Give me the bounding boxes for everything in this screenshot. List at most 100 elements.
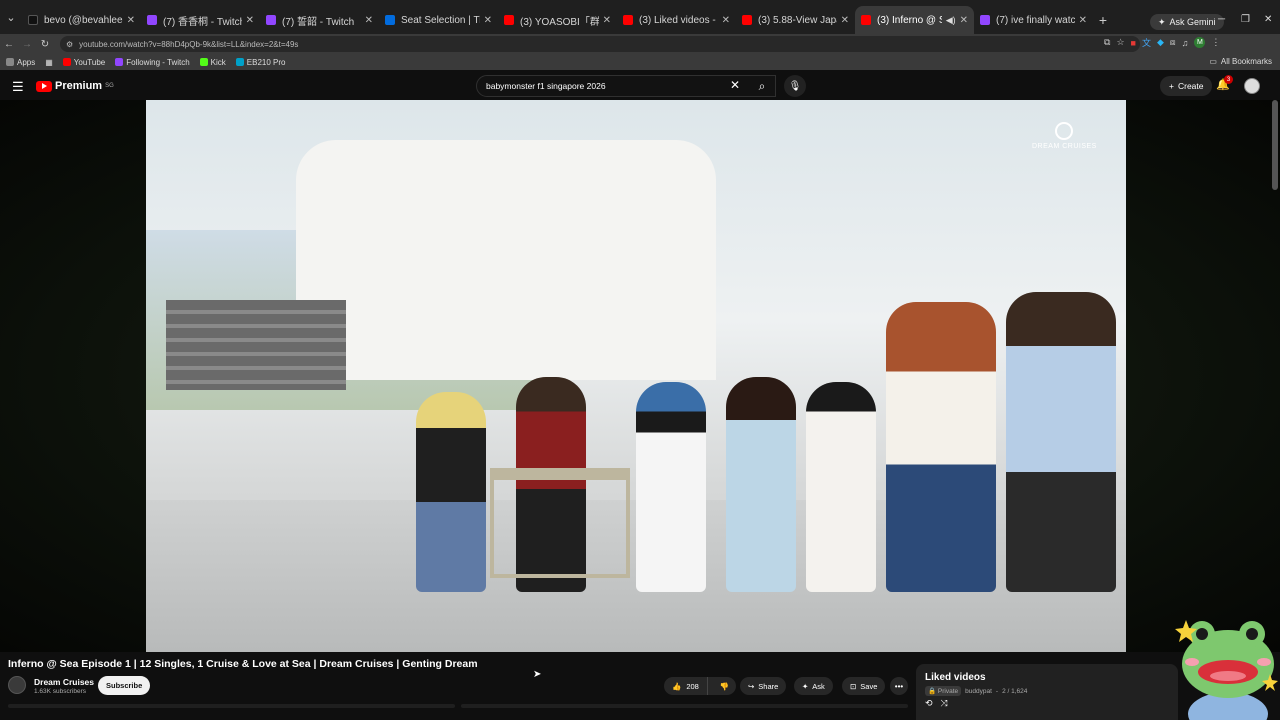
tab-title: (3) YOASOBI「群青」(Blue) from <box>520 16 599 28</box>
bookmark-apps[interactable]: Apps <box>6 58 35 67</box>
separator: - <box>995 687 999 695</box>
plus-icon: + <box>1169 81 1174 91</box>
youtube-favicon-icon <box>861 15 871 25</box>
forward-arrow-icon[interactable]: → <box>18 39 36 50</box>
close-tab-icon[interactable]: ✕ <box>365 15 373 26</box>
ticketmaster-favicon-icon <box>385 15 395 25</box>
menu-kebab-icon[interactable]: ⋮ <box>1211 37 1220 48</box>
browser-tab[interactable]: (7) 香香桐 - Twitch ✕ <box>141 6 260 34</box>
address-toolbar: ← → ↻ ⚙ youtube.com/watch?v=88hD4pQb-9k&… <box>0 34 1280 54</box>
bookmark-eb210[interactable]: EB210 Pro <box>235 57 286 67</box>
privacy-label: Private <box>937 688 959 695</box>
close-tab-icon[interactable]: ✕ <box>603 15 611 26</box>
video-person <box>636 382 706 592</box>
close-tab-icon[interactable]: ✕ <box>127 15 135 26</box>
browser-tab[interactable]: (3) 5.88-View Japanese Singer ✕ <box>736 6 855 34</box>
close-tab-icon[interactable]: ✕ <box>246 15 254 26</box>
restore-icon[interactable]: ❐ <box>1241 14 1250 25</box>
speaker-icon[interactable]: ◀) <box>946 15 956 26</box>
extensions-puzzle-icon[interactable]: ⧈ <box>1170 37 1176 48</box>
browser-tab[interactable]: bevo (@bevahleee) | TikTok ✕ <box>22 6 141 34</box>
close-tab-icon[interactable]: ✕ <box>722 15 730 26</box>
browser-tab-bar: ⌄ bevo (@bevahleee) | TikTok ✕ (7) 香香桐 - … <box>0 0 1280 34</box>
search-button[interactable]: ⌕ <box>748 75 776 97</box>
browser-tab[interactable]: (3) Liked videos - YouTube ✕ <box>617 6 736 34</box>
bookmark-youtube[interactable]: YouTube <box>62 58 105 67</box>
account-avatar[interactable] <box>1244 78 1260 94</box>
all-bookmarks-button[interactable]: ▭ All Bookmarks <box>1209 57 1272 66</box>
profile-avatar[interactable]: M <box>1194 37 1206 48</box>
video-person <box>806 382 876 592</box>
all-bookmarks-label: All Bookmarks <box>1220 57 1272 66</box>
youtube-favicon-icon <box>62 58 71 66</box>
save-label: Save <box>860 681 878 691</box>
loop-icon[interactable]: ⟲ <box>925 698 933 709</box>
save-button[interactable]: ⊡ Save <box>842 677 886 695</box>
hamburger-menu-icon[interactable]: ☰ <box>12 79 24 95</box>
like-button[interactable]: 👍 208 <box>664 677 708 695</box>
tab-title: (7) 香香桐 - Twitch <box>163 16 242 28</box>
url-bar[interactable]: ⚙ youtube.com/watch?v=88hD4pQb-9k&list=L… <box>60 36 1140 52</box>
bookmark-label: Apps <box>17 57 36 67</box>
video-person <box>1006 292 1116 592</box>
clear-search-icon[interactable]: ✕ <box>730 78 740 92</box>
media-controls-icon[interactable]: ♫ <box>1182 38 1189 48</box>
frog-sticker-overlay <box>1175 620 1278 720</box>
bookmark-label: EB210 Pro <box>246 57 286 67</box>
back-arrow-icon[interactable]: ← <box>0 39 18 50</box>
video-title: Inferno @ Sea Episode 1 | 12 Singles, 1 … <box>8 658 478 670</box>
new-tab-plus-icon[interactable]: + <box>1093 6 1113 34</box>
browser-tab-active[interactable]: (3) Inferno @ Sea Episode ◀) ✕ <box>855 6 974 34</box>
bookmark-grid[interactable]: ▦ <box>45 58 53 67</box>
bookmark-star-icon[interactable]: ☆ <box>1116 37 1124 48</box>
dislike-button[interactable]: 👎 <box>712 682 737 691</box>
minimize-icon[interactable]: ─ <box>1218 14 1225 25</box>
bookmark-label: Kick <box>210 57 226 67</box>
share-button[interactable]: ↪ Share <box>740 677 787 695</box>
site-info-icon[interactable]: ⚙ <box>66 40 73 49</box>
playlist-title[interactable]: Liked videos <box>925 672 986 683</box>
tab-search-chevron-icon[interactable]: ⌄ <box>0 0 22 34</box>
subscribe-button[interactable]: Subscribe <box>98 676 151 695</box>
extension-red-icon[interactable]: ■ <box>1131 38 1136 48</box>
bookmark-twitch[interactable]: Following - Twitch <box>115 58 190 67</box>
browser-tab[interactable]: (3) YOASOBI「群青」(Blue) from ✕ <box>498 6 617 34</box>
install-app-icon[interactable]: ⧉ <box>1104 37 1110 48</box>
tab-title: (3) Liked videos - YouTube <box>639 14 718 26</box>
like-dislike-group: 👍 208 👎 <box>664 677 736 695</box>
youtube-header: ☰ Premium SG babymonster f1 singapore 20… <box>0 70 1280 102</box>
extension-translate-icon[interactable]: 文 <box>1142 36 1151 49</box>
close-tab-icon[interactable]: ✕ <box>841 15 849 26</box>
channel-name[interactable]: Dream Cruises <box>34 677 94 687</box>
ask-gemini-button[interactable]: ✦ Ask Gemini <box>1150 14 1224 30</box>
extensions-area: ⧉ ☆ ■ 文 ◆ ⧈ ♫ M ⋮ <box>1104 36 1220 49</box>
apps-grid-icon <box>6 58 14 66</box>
channel-avatar[interactable] <box>8 676 26 694</box>
lock-icon: 🔒 <box>928 688 937 695</box>
voice-search-mic-icon[interactable]: 🎙 <box>784 75 806 97</box>
browser-tab[interactable]: (7) ive finally watched spideym ✕ <box>974 6 1093 34</box>
video-person <box>416 392 486 592</box>
create-button[interactable]: + Create <box>1160 76 1213 96</box>
browser-tab[interactable]: Seat Selection | Ticketmaster SG ✕ <box>379 6 498 34</box>
bookmark-kick[interactable]: Kick <box>199 57 226 67</box>
page-scrollbar[interactable] <box>1272 100 1278 190</box>
close-tab-icon[interactable]: ✕ <box>1079 15 1087 26</box>
shuffle-icon[interactable]: ⤨ <box>941 698 948 709</box>
twitch-favicon-icon <box>147 15 157 25</box>
youtube-premium-logo[interactable]: Premium SG <box>36 80 114 92</box>
tab-title: Seat Selection | Ticketmaster SG <box>401 14 480 26</box>
playlist-owner[interactable]: buddypat <box>965 688 992 695</box>
video-player[interactable]: DREAM CRUISES <box>146 100 1126 652</box>
ask-button[interactable]: ✦ Ask <box>794 677 833 695</box>
more-actions-icon[interactable]: ••• <box>890 677 908 695</box>
reload-icon[interactable]: ↻ <box>36 39 54 50</box>
mouse-pointer-icon: ➤ <box>533 669 542 680</box>
close-tab-icon[interactable]: ✕ <box>484 15 492 26</box>
browser-tab[interactable]: (7) 誓韶 - Twitch ✕ <box>260 6 379 34</box>
close-window-icon[interactable]: ✕ <box>1264 14 1272 25</box>
tab-title: (3) 5.88-View Japanese Singer <box>758 14 837 26</box>
video-person <box>886 302 996 592</box>
close-tab-icon[interactable]: ✕ <box>960 15 968 26</box>
extension-blue-icon[interactable]: ◆ <box>1157 37 1164 48</box>
